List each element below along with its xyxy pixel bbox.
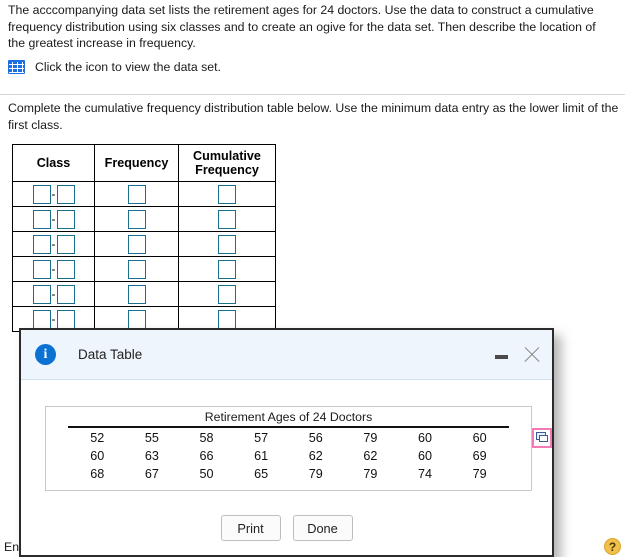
frequency-input[interactable]: [127, 209, 146, 229]
table-body: - - - - - -: [12, 181, 276, 332]
copy-icon[interactable]: [532, 428, 552, 448]
class-upper-input[interactable]: [56, 309, 75, 329]
info-circle-icon: i: [35, 344, 56, 365]
data-cell: 67: [144, 466, 159, 481]
minimize-icon[interactable]: [495, 355, 508, 359]
data-cell: 63: [144, 448, 159, 463]
dialog-body: Retirement Ages of 24 Doctors 52 55 58 5…: [21, 380, 552, 557]
cell-cumulative: [178, 256, 276, 282]
frequency-input[interactable]: [127, 309, 146, 329]
done-button[interactable]: Done: [292, 515, 353, 541]
class-lower-input[interactable]: [32, 234, 51, 254]
class-lower-input[interactable]: [32, 209, 51, 229]
cell-cumulative: [178, 206, 276, 232]
cell-frequency: [94, 181, 179, 207]
data-cell: 60: [472, 430, 487, 445]
table-row: -: [12, 206, 276, 232]
cumulative-frequency-table: Class Frequency Cumulative Frequency - -: [12, 144, 276, 332]
question-paragraph: The acccompanying data set lists the ret…: [8, 3, 596, 50]
class-upper-input[interactable]: [56, 284, 75, 304]
table-row: -: [12, 181, 276, 207]
data-cell: 60: [418, 448, 433, 463]
copy-icon-front-square: [539, 435, 548, 442]
cell-frequency: [94, 231, 179, 257]
cumulative-frequency-input[interactable]: [218, 234, 236, 254]
header-frequency: Frequency: [94, 144, 179, 182]
class-upper-input[interactable]: [56, 209, 75, 229]
data-cell: 62: [308, 448, 323, 463]
data-cell: 56: [308, 430, 323, 445]
class-lower-input[interactable]: [32, 184, 51, 204]
cell-cumulative: [178, 181, 276, 207]
data-cell: 61: [254, 448, 269, 463]
cell-class: -: [12, 256, 95, 282]
table-row: -: [12, 281, 276, 307]
cell-frequency: [94, 206, 179, 232]
class-lower-input[interactable]: [32, 259, 51, 279]
class-lower-input[interactable]: [32, 309, 51, 329]
cumulative-frequency-input[interactable]: [218, 209, 236, 229]
cell-cumulative: [178, 281, 276, 307]
dialog-titlebar[interactable]: i Data Table: [21, 330, 552, 380]
cumulative-frequency-input[interactable]: [218, 284, 236, 304]
window-buttons: [495, 330, 542, 380]
data-cell: 79: [308, 466, 323, 481]
cell-class: -: [12, 181, 95, 207]
data-cell: 52: [90, 430, 105, 445]
frequency-input[interactable]: [127, 284, 146, 304]
class-lower-input[interactable]: [32, 284, 51, 304]
cell-class: -: [12, 281, 95, 307]
table-row: -: [12, 256, 276, 282]
instruction-text: Complete the cumulative frequency distri…: [8, 101, 619, 132]
frequency-input[interactable]: [127, 259, 146, 279]
cell-cumulative: [178, 231, 276, 257]
data-table-dialog: i Data Table Retirement Ages of 24 Docto…: [19, 328, 554, 557]
dialog-actions: Print Done: [21, 515, 552, 541]
frequency-input[interactable]: [127, 234, 146, 254]
close-icon[interactable]: [522, 345, 542, 365]
data-cell: 60: [418, 430, 433, 445]
cumulative-frequency-input[interactable]: [218, 184, 236, 204]
footer-partial-text: En: [4, 540, 20, 554]
data-cell: 62: [363, 448, 378, 463]
data-set-link-label: Click the icon to view the data set.: [35, 60, 221, 74]
cell-frequency: [94, 256, 179, 282]
data-cell: 60: [90, 448, 105, 463]
cumulative-frequency-input[interactable]: [218, 259, 236, 279]
data-cell: 65: [254, 466, 269, 481]
data-cell: 79: [363, 466, 378, 481]
class-upper-input[interactable]: [56, 234, 75, 254]
header-cumulative-frequency: Cumulative Frequency: [178, 144, 276, 182]
data-set-box: Retirement Ages of 24 Doctors 52 55 58 5…: [45, 406, 552, 491]
table-row: -: [12, 231, 276, 257]
cell-class: -: [12, 231, 95, 257]
data-cell: 69: [472, 448, 487, 463]
data-cell: 74: [418, 466, 433, 481]
section-divider: [0, 94, 625, 95]
table-header-row: Class Frequency Cumulative Frequency: [12, 144, 276, 182]
data-set-link[interactable]: Click the icon to view the data set.: [8, 60, 221, 74]
cell-class: -: [12, 206, 95, 232]
data-cell: 50: [199, 466, 214, 481]
print-button[interactable]: Print: [220, 515, 281, 541]
data-cell: 68: [90, 466, 105, 481]
header-class: Class: [12, 144, 95, 182]
data-cell: 57: [254, 430, 269, 445]
data-cell: 55: [144, 430, 159, 445]
data-cell: 66: [199, 448, 214, 463]
class-upper-input[interactable]: [56, 184, 75, 204]
cumulative-frequency-input[interactable]: [218, 309, 236, 329]
grid-table-icon[interactable]: [8, 60, 25, 74]
data-cell: 79: [472, 466, 487, 481]
help-icon[interactable]: ?: [604, 538, 621, 555]
class-upper-input[interactable]: [56, 259, 75, 279]
cell-frequency: [94, 281, 179, 307]
dialog-title: Data Table: [78, 347, 143, 362]
data-cell: 58: [199, 430, 214, 445]
frequency-input[interactable]: [127, 184, 146, 204]
data-set-title: Retirement Ages of 24 Doctors: [204, 410, 373, 424]
exercise-page: The acccompanying data set lists the ret…: [0, 0, 625, 557]
data-set-grid: 52 55 58 57 56 79 60 60 60 63 66 61 62 6…: [46, 428, 531, 483]
data-cell: 79: [363, 430, 378, 445]
